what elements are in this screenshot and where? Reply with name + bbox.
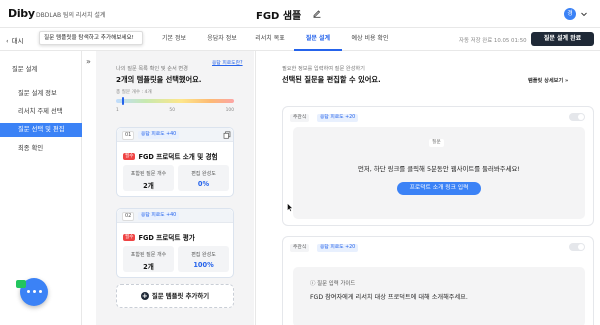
edit-pencil-icon[interactable] <box>312 8 322 18</box>
card-title: FGD 프로덕트 평가 <box>138 234 195 242</box>
project-name: DBDLAB 팀의 리서치 설계 <box>36 12 106 19</box>
template-card[interactable]: 02 응답 피로도 +40 필수 FGD 프로덕트 평가 포함된 질문 개수 2… <box>116 208 234 278</box>
fatigue-chip: 응답 피로도 +40 <box>138 131 180 139</box>
stat-value: 100% <box>193 261 214 269</box>
card-stats: 포함된 질문 개수 2개 편집 완성도 0% <box>123 165 229 191</box>
mouse-cursor-icon <box>287 203 293 212</box>
product-link-input-button[interactable]: 프로덕트 소개 링크 입력 <box>397 182 481 195</box>
panel-subtitle: 나의 질문 목록 확인 및 순서 변경 <box>116 66 188 72</box>
template-tooltip: 질문 템플릿을 탐색하고 추가해보세요! <box>39 31 143 45</box>
stat-label: 포함된 질문 개수 <box>130 252 167 258</box>
question-toggle[interactable] <box>569 243 585 251</box>
add-template-label: 질문 템플릿 추가하기 <box>151 292 210 300</box>
question-toggle[interactable] <box>569 113 585 121</box>
stat-label: 포함된 질문 개수 <box>130 171 167 177</box>
guide-text: FGD 참여자에게 리서치 대상 프로덕트에 대해 소개해주세요. <box>310 294 468 301</box>
gauge-tick: 100 <box>225 108 234 113</box>
template-detail-link[interactable]: 템플릿 상세보기 » <box>528 77 568 84</box>
question-card[interactable]: 주관식 응답 피로도 +20 ⓘ 질문 입력 가이드 FGD 참여자에게 리서치… <box>282 236 594 325</box>
gauge-tick: 50 <box>169 108 175 113</box>
stat-value: 2개 <box>143 263 154 271</box>
question-guide-box: ⓘ 질문 입력 가이드 FGD 참여자에게 리서치 대상 프로덕트에 대해 소개… <box>293 267 585 325</box>
gauge-marker <box>121 97 124 105</box>
card-title-row: 필수 FGD 프로덕트 소개 및 경험 <box>123 151 218 161</box>
stat-question-count: 포함된 질문 개수 2개 <box>123 246 174 272</box>
sidebar-item-design-info[interactable]: 질문 설계 정보 <box>0 87 82 101</box>
tab-question-design[interactable]: 질문 설계 <box>294 28 342 51</box>
stat-label: 편집 완성도 <box>191 171 216 177</box>
gauge-ticks: 1 50 100 <box>116 108 234 113</box>
question-label: 질문 <box>429 139 444 147</box>
guide-title-text: 질문 입력 가이드 <box>317 281 356 287</box>
question-text: 먼저, 하단 링크를 클릭해 5분동안 웹사이트를 둘러봐주세요! <box>358 165 520 173</box>
sidebar-item-topic-select[interactable]: 리서치 주제 선택 <box>0 105 82 119</box>
logo[interactable]: Diby <box>8 7 35 20</box>
question-type-chip: 주관식 <box>290 244 310 252</box>
card-title: FGD 프로덕트 소개 및 경험 <box>138 153 218 161</box>
template-detail-label: 템플릿 상세보기 <box>528 78 564 84</box>
template-card[interactable]: 01 응답 피로도 +40 필수 FGD 프로덕트 소개 및 경험 포함된 질문… <box>116 127 234 197</box>
panel-title: 2개의 템플릿을 선택했어요. <box>116 75 202 84</box>
panel-subtitle: 필요한 정보를 입력하여 질문 완성하기 <box>282 66 365 72</box>
card-number: 02 <box>122 212 135 221</box>
question-card[interactable]: 주관식 응답 피로도 +20 질문 먼저, 하단 링크를 클릭해 5분동안 웹사… <box>282 106 594 226</box>
card-stats: 포함된 질문 개수 2개 편집 완성도 100% <box>123 246 229 272</box>
template-list-panel: 응답 피로도란? 나의 질문 목록 확인 및 순서 변경 2개의 템플릿을 선택… <box>96 51 254 325</box>
card-number: 01 <box>122 131 135 140</box>
guide-title: ⓘ 질문 입력 가이드 <box>310 279 355 287</box>
avatar[interactable]: 경 <box>564 8 576 20</box>
plus-icon: + <box>140 292 149 300</box>
stat-completion: 편집 완성도 0% <box>178 165 229 191</box>
top-bar: Diby DBDLAB 팀의 리서치 설계 FGD 샘플 경 <box>0 0 600 28</box>
fatigue-chip: 응답 피로도 +40 <box>138 212 180 220</box>
fatigue-help-link[interactable]: 응답 피로도란? <box>212 59 243 66</box>
page-title: FGD 샘플 <box>256 11 302 22</box>
copy-icon[interactable] <box>223 131 231 139</box>
step-tabs: 기본 정보 응답자 정보 리서치 목표 질문 설계 예상 비용 확인 <box>150 28 398 51</box>
fatigue-chip: 응답 피로도 +20 <box>317 244 359 252</box>
stat-question-count: 포함된 질문 개수 2개 <box>123 165 174 191</box>
tooltip-text: 질문 템플릿을 탐색하고 추가해보세요! <box>44 35 134 41</box>
chevron-right-icon: » <box>565 78 569 84</box>
add-template-button[interactable]: + 질문 템플릿 추가하기 <box>116 284 234 308</box>
fatigue-gauge <box>116 99 234 103</box>
nav-row: ‹ 대시 질문 템플릿을 탐색하고 추가해보세요! 기본 정보 응답자 정보 리서… <box>0 28 600 51</box>
fatigue-chip: 응답 피로도 +20 <box>317 114 359 122</box>
back-to-dashboard[interactable]: ‹ 대시 <box>6 35 24 45</box>
info-icon: ⓘ <box>310 281 316 287</box>
stat-value: 2개 <box>143 182 154 190</box>
card-header: 02 응답 피로도 +40 <box>117 209 233 223</box>
required-badge: 필수 <box>123 152 136 160</box>
autosave-status: 자동 저장 완료 10.05 01:50 <box>459 38 527 44</box>
chevron-down-icon[interactable] <box>580 10 588 18</box>
complete-design-button[interactable]: 질문 설계 완료 <box>531 32 594 46</box>
required-badge: 필수 <box>123 233 136 241</box>
question-count: 총 질문 개수 : 4개 <box>116 90 152 95</box>
tab-cost-estimate[interactable]: 예상 비용 확인 <box>342 28 398 51</box>
panel-title: 선택된 질문을 편집할 수 있어요. <box>282 75 381 84</box>
sidebar-item-final-check[interactable]: 최종 확인 <box>0 142 82 156</box>
sidebar-heading: 질문 설계 <box>12 66 38 73</box>
collapse-sidebar-icon[interactable]: » <box>86 57 91 66</box>
back-label: 대시 <box>11 37 24 45</box>
tab-research-goal[interactable]: 리서치 목표 <box>246 28 294 51</box>
chevron-left-icon: ‹ <box>6 37 9 45</box>
tab-respondent-info[interactable]: 응답자 정보 <box>198 28 246 51</box>
chat-badge-icon <box>16 280 26 288</box>
stat-label: 편집 완성도 <box>191 252 216 258</box>
card-header: 01 응답 피로도 +40 <box>117 128 233 142</box>
gauge-tick: 1 <box>116 108 119 113</box>
card-title-row: 필수 FGD 프로덕트 평가 <box>123 232 195 242</box>
question-editor-panel: 필요한 정보를 입력하여 질문 완성하기 선택된 질문을 편집할 수 있어요. … <box>255 51 600 325</box>
tab-basic-info[interactable]: 기본 정보 <box>150 28 198 51</box>
question-content-box: 질문 먼저, 하단 링크를 클릭해 5분동안 웹사이트를 둘러봐주세요! 프로덕… <box>293 127 585 219</box>
sidebar-item-question-edit[interactable]: 질문 선택 및 편집 <box>0 123 82 137</box>
stat-value: 0% <box>197 180 210 188</box>
stat-completion: 편집 완성도 100% <box>178 246 229 272</box>
question-type-chip: 주관식 <box>290 114 310 122</box>
chat-icon <box>27 290 42 293</box>
